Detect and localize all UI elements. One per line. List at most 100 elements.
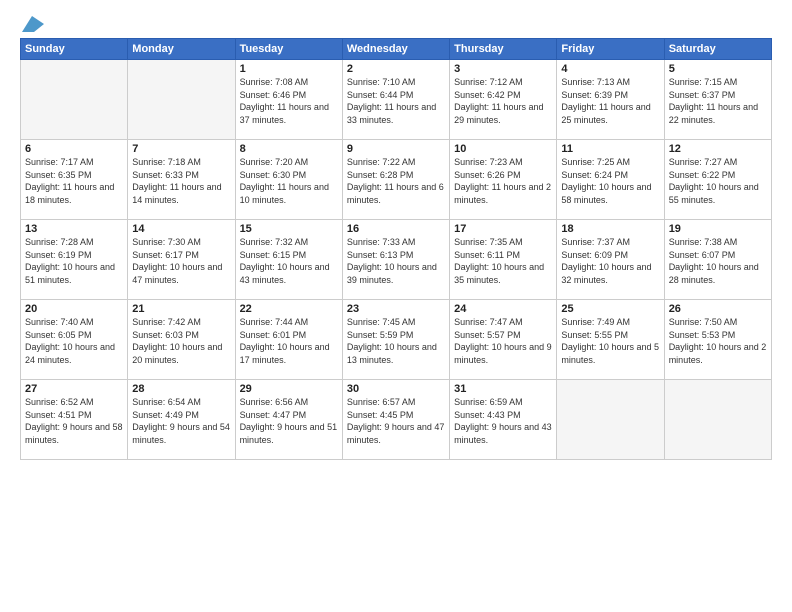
day-number: 12 xyxy=(669,143,767,155)
day-cell: 26Sunrise: 7:50 AM Sunset: 5:53 PM Dayli… xyxy=(664,300,771,380)
day-number: 18 xyxy=(561,223,659,235)
day-number: 24 xyxy=(454,303,552,315)
day-number: 22 xyxy=(240,303,338,315)
day-info: Sunrise: 7:35 AM Sunset: 6:11 PM Dayligh… xyxy=(454,236,552,286)
day-number: 14 xyxy=(132,223,230,235)
day-number: 15 xyxy=(240,223,338,235)
day-cell: 21Sunrise: 7:42 AM Sunset: 6:03 PM Dayli… xyxy=(128,300,235,380)
day-info: Sunrise: 7:38 AM Sunset: 6:07 PM Dayligh… xyxy=(669,236,767,286)
day-info: Sunrise: 7:45 AM Sunset: 5:59 PM Dayligh… xyxy=(347,316,445,366)
page: SundayMondayTuesdayWednesdayThursdayFrid… xyxy=(0,0,792,612)
day-info: Sunrise: 7:13 AM Sunset: 6:39 PM Dayligh… xyxy=(561,76,659,126)
day-info: Sunrise: 6:59 AM Sunset: 4:43 PM Dayligh… xyxy=(454,396,552,446)
week-row-2: 6Sunrise: 7:17 AM Sunset: 6:35 PM Daylig… xyxy=(21,140,772,220)
day-number: 1 xyxy=(240,63,338,75)
day-info: Sunrise: 7:08 AM Sunset: 6:46 PM Dayligh… xyxy=(240,76,338,126)
day-cell: 18Sunrise: 7:37 AM Sunset: 6:09 PM Dayli… xyxy=(557,220,664,300)
day-number: 9 xyxy=(347,143,445,155)
logo-icon xyxy=(22,16,44,32)
day-info: Sunrise: 7:42 AM Sunset: 6:03 PM Dayligh… xyxy=(132,316,230,366)
day-number: 10 xyxy=(454,143,552,155)
weekday-header-row: SundayMondayTuesdayWednesdayThursdayFrid… xyxy=(21,39,772,60)
day-cell: 12Sunrise: 7:27 AM Sunset: 6:22 PM Dayli… xyxy=(664,140,771,220)
day-cell: 4Sunrise: 7:13 AM Sunset: 6:39 PM Daylig… xyxy=(557,60,664,140)
weekday-header-thursday: Thursday xyxy=(450,39,557,60)
day-cell: 10Sunrise: 7:23 AM Sunset: 6:26 PM Dayli… xyxy=(450,140,557,220)
day-number: 6 xyxy=(25,143,123,155)
day-info: Sunrise: 6:54 AM Sunset: 4:49 PM Dayligh… xyxy=(132,396,230,446)
week-row-3: 13Sunrise: 7:28 AM Sunset: 6:19 PM Dayli… xyxy=(21,220,772,300)
weekday-header-tuesday: Tuesday xyxy=(235,39,342,60)
day-number: 31 xyxy=(454,383,552,395)
day-cell: 30Sunrise: 6:57 AM Sunset: 4:45 PM Dayli… xyxy=(342,380,449,460)
logo xyxy=(20,16,44,30)
day-info: Sunrise: 7:30 AM Sunset: 6:17 PM Dayligh… xyxy=(132,236,230,286)
day-cell: 20Sunrise: 7:40 AM Sunset: 6:05 PM Dayli… xyxy=(21,300,128,380)
weekday-header-monday: Monday xyxy=(128,39,235,60)
day-info: Sunrise: 6:57 AM Sunset: 4:45 PM Dayligh… xyxy=(347,396,445,446)
header xyxy=(20,16,772,30)
day-cell xyxy=(128,60,235,140)
day-cell: 3Sunrise: 7:12 AM Sunset: 6:42 PM Daylig… xyxy=(450,60,557,140)
day-info: Sunrise: 7:50 AM Sunset: 5:53 PM Dayligh… xyxy=(669,316,767,366)
day-info: Sunrise: 7:17 AM Sunset: 6:35 PM Dayligh… xyxy=(25,156,123,206)
day-cell: 6Sunrise: 7:17 AM Sunset: 6:35 PM Daylig… xyxy=(21,140,128,220)
day-number: 21 xyxy=(132,303,230,315)
day-cell: 16Sunrise: 7:33 AM Sunset: 6:13 PM Dayli… xyxy=(342,220,449,300)
day-info: Sunrise: 7:12 AM Sunset: 6:42 PM Dayligh… xyxy=(454,76,552,126)
day-number: 7 xyxy=(132,143,230,155)
weekday-header-wednesday: Wednesday xyxy=(342,39,449,60)
day-number: 17 xyxy=(454,223,552,235)
day-number: 2 xyxy=(347,63,445,75)
day-number: 3 xyxy=(454,63,552,75)
day-cell: 17Sunrise: 7:35 AM Sunset: 6:11 PM Dayli… xyxy=(450,220,557,300)
weekday-header-friday: Friday xyxy=(557,39,664,60)
day-cell xyxy=(21,60,128,140)
day-info: Sunrise: 7:22 AM Sunset: 6:28 PM Dayligh… xyxy=(347,156,445,206)
day-cell: 31Sunrise: 6:59 AM Sunset: 4:43 PM Dayli… xyxy=(450,380,557,460)
day-number: 11 xyxy=(561,143,659,155)
day-number: 25 xyxy=(561,303,659,315)
day-number: 28 xyxy=(132,383,230,395)
day-cell: 9Sunrise: 7:22 AM Sunset: 6:28 PM Daylig… xyxy=(342,140,449,220)
day-cell: 2Sunrise: 7:10 AM Sunset: 6:44 PM Daylig… xyxy=(342,60,449,140)
day-cell: 1Sunrise: 7:08 AM Sunset: 6:46 PM Daylig… xyxy=(235,60,342,140)
day-cell xyxy=(557,380,664,460)
day-cell xyxy=(664,380,771,460)
weekday-header-sunday: Sunday xyxy=(21,39,128,60)
day-number: 13 xyxy=(25,223,123,235)
day-info: Sunrise: 7:37 AM Sunset: 6:09 PM Dayligh… xyxy=(561,236,659,286)
day-cell: 15Sunrise: 7:32 AM Sunset: 6:15 PM Dayli… xyxy=(235,220,342,300)
day-info: Sunrise: 7:15 AM Sunset: 6:37 PM Dayligh… xyxy=(669,76,767,126)
day-cell: 13Sunrise: 7:28 AM Sunset: 6:19 PM Dayli… xyxy=(21,220,128,300)
weekday-header-saturday: Saturday xyxy=(664,39,771,60)
day-cell: 22Sunrise: 7:44 AM Sunset: 6:01 PM Dayli… xyxy=(235,300,342,380)
day-number: 30 xyxy=(347,383,445,395)
day-cell: 7Sunrise: 7:18 AM Sunset: 6:33 PM Daylig… xyxy=(128,140,235,220)
day-info: Sunrise: 7:47 AM Sunset: 5:57 PM Dayligh… xyxy=(454,316,552,366)
day-number: 5 xyxy=(669,63,767,75)
day-cell: 14Sunrise: 7:30 AM Sunset: 6:17 PM Dayli… xyxy=(128,220,235,300)
day-cell: 19Sunrise: 7:38 AM Sunset: 6:07 PM Dayli… xyxy=(664,220,771,300)
day-cell: 29Sunrise: 6:56 AM Sunset: 4:47 PM Dayli… xyxy=(235,380,342,460)
day-cell: 11Sunrise: 7:25 AM Sunset: 6:24 PM Dayli… xyxy=(557,140,664,220)
week-row-4: 20Sunrise: 7:40 AM Sunset: 6:05 PM Dayli… xyxy=(21,300,772,380)
day-number: 23 xyxy=(347,303,445,315)
day-info: Sunrise: 7:32 AM Sunset: 6:15 PM Dayligh… xyxy=(240,236,338,286)
day-number: 16 xyxy=(347,223,445,235)
week-row-1: 1Sunrise: 7:08 AM Sunset: 6:46 PM Daylig… xyxy=(21,60,772,140)
week-row-5: 27Sunrise: 6:52 AM Sunset: 4:51 PM Dayli… xyxy=(21,380,772,460)
day-cell: 5Sunrise: 7:15 AM Sunset: 6:37 PM Daylig… xyxy=(664,60,771,140)
day-info: Sunrise: 6:52 AM Sunset: 4:51 PM Dayligh… xyxy=(25,396,123,446)
day-info: Sunrise: 7:25 AM Sunset: 6:24 PM Dayligh… xyxy=(561,156,659,206)
day-cell: 27Sunrise: 6:52 AM Sunset: 4:51 PM Dayli… xyxy=(21,380,128,460)
calendar: SundayMondayTuesdayWednesdayThursdayFrid… xyxy=(20,38,772,460)
day-info: Sunrise: 7:33 AM Sunset: 6:13 PM Dayligh… xyxy=(347,236,445,286)
day-cell: 24Sunrise: 7:47 AM Sunset: 5:57 PM Dayli… xyxy=(450,300,557,380)
day-info: Sunrise: 7:20 AM Sunset: 6:30 PM Dayligh… xyxy=(240,156,338,206)
day-info: Sunrise: 7:40 AM Sunset: 6:05 PM Dayligh… xyxy=(25,316,123,366)
day-cell: 25Sunrise: 7:49 AM Sunset: 5:55 PM Dayli… xyxy=(557,300,664,380)
day-number: 19 xyxy=(669,223,767,235)
day-info: Sunrise: 7:28 AM Sunset: 6:19 PM Dayligh… xyxy=(25,236,123,286)
day-number: 29 xyxy=(240,383,338,395)
